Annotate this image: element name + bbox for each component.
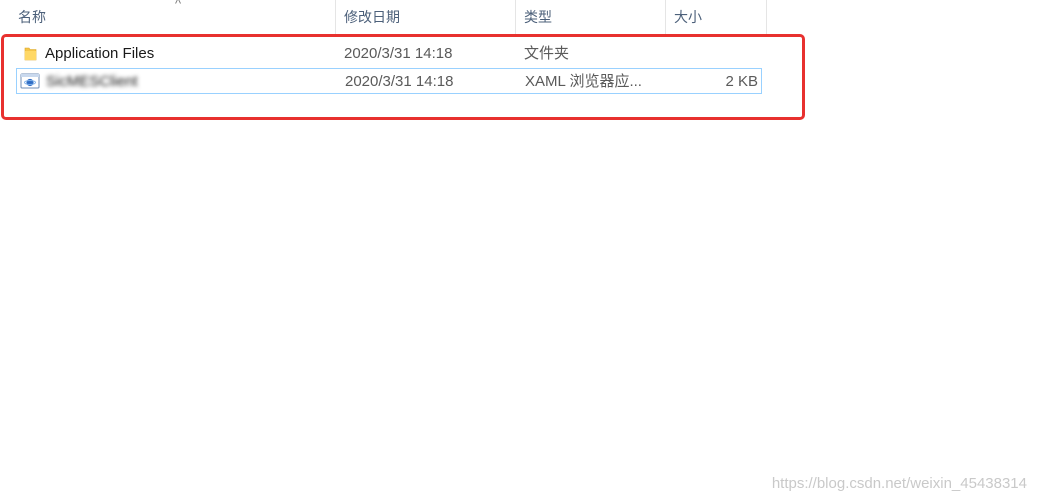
column-header-type[interactable]: 类型 bbox=[516, 0, 666, 34]
column-header-name-label: 名称 bbox=[18, 9, 46, 25]
red-annotation-box bbox=[1, 34, 805, 120]
sort-ascending-icon: ^ bbox=[175, 0, 182, 11]
file-explorer-details-view: 名称 ^ 修改日期 类型 大小 Application Files 2020/3… bbox=[0, 0, 1037, 502]
column-header-type-label: 类型 bbox=[524, 9, 552, 25]
watermark: https://blog.csdn.net/weixin_45438314 bbox=[771, 475, 1027, 492]
column-header-date[interactable]: 修改日期 bbox=[336, 0, 516, 34]
column-header-size[interactable]: 大小 bbox=[666, 0, 767, 34]
column-header-row: 名称 ^ 修改日期 类型 大小 bbox=[0, 0, 768, 34]
column-header-size-label: 大小 bbox=[674, 9, 702, 25]
column-header-date-label: 修改日期 bbox=[344, 9, 400, 25]
column-header-name[interactable]: 名称 ^ bbox=[10, 0, 336, 34]
